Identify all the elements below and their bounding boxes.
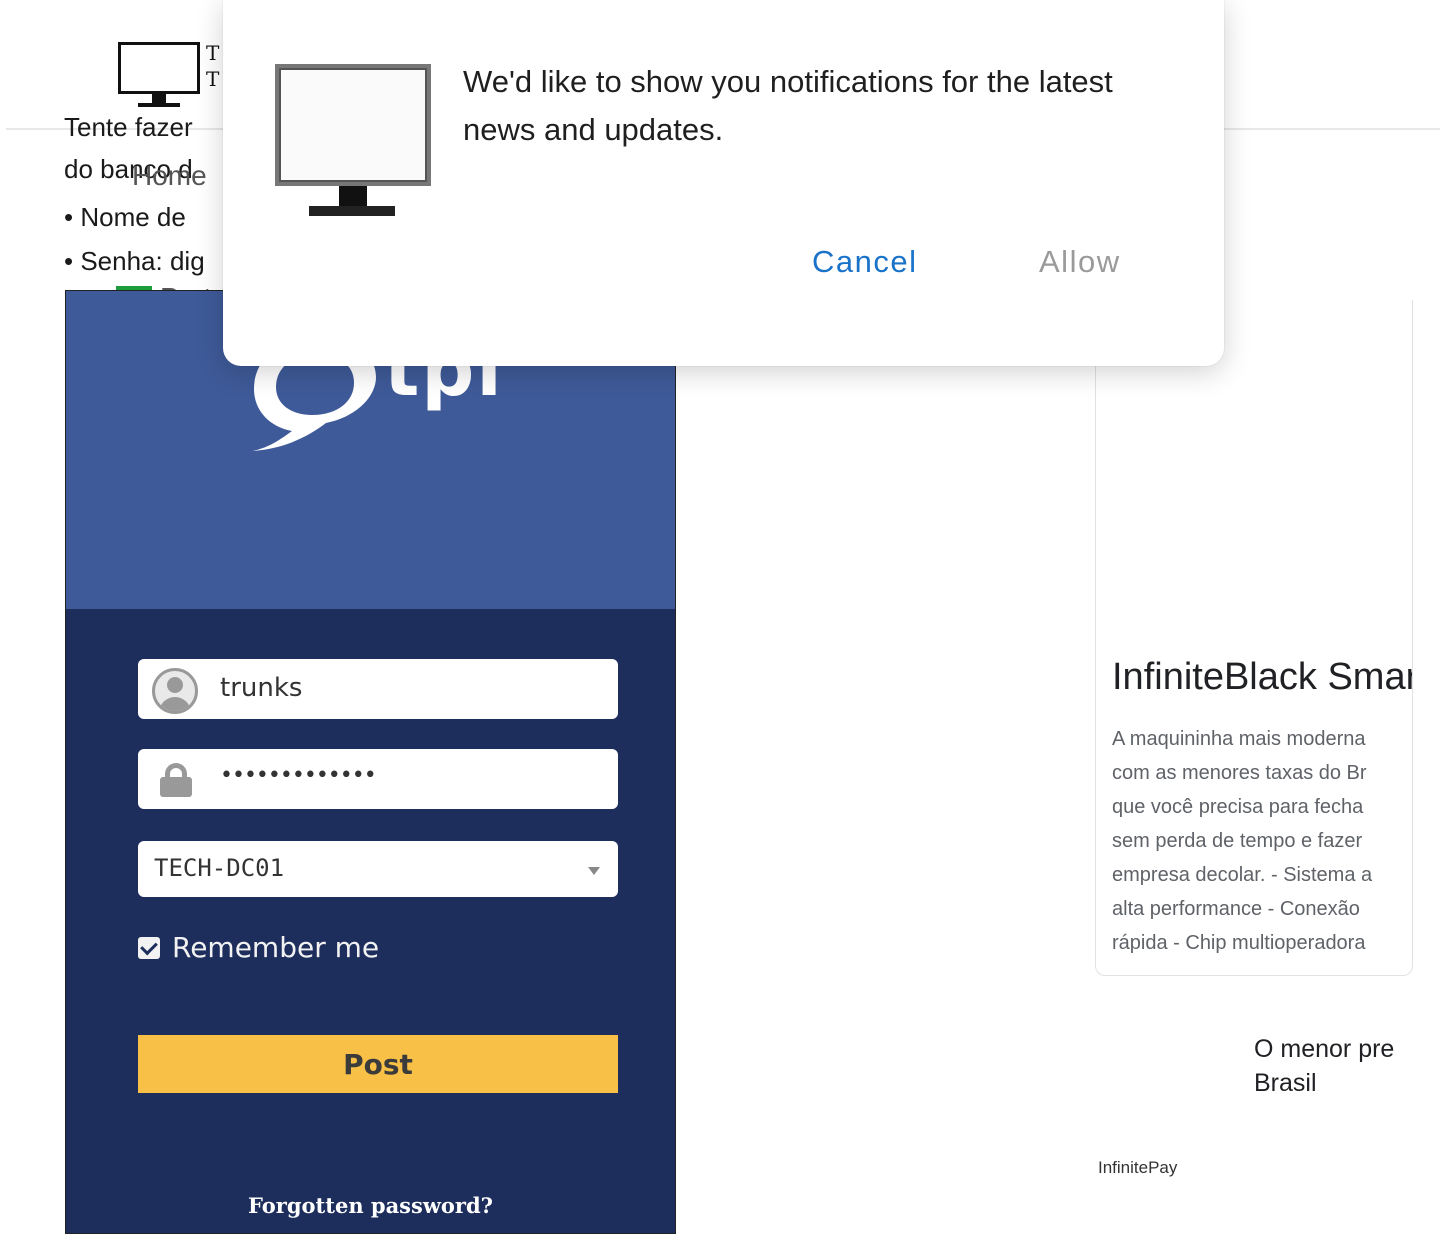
monitor-icon [275, 64, 435, 218]
remember-me-checkbox: Remember me [138, 931, 379, 964]
monitor-icon [118, 42, 200, 94]
password-field: ••••••••••••• [138, 749, 618, 809]
forgotten-password-link: Forgotten password? [248, 1193, 493, 1218]
notification-message: We'd like to show you notifications for … [463, 64, 1113, 147]
ad-brand-label[interactable]: InfinitePay [1098, 1158, 1177, 1178]
checkbox-checked-icon [138, 936, 160, 959]
article-line: Tente fazer [64, 112, 193, 142]
login-screenshot-image: tpi trunks ••••••••••••• TECH-DC01 Remem… [65, 290, 676, 1234]
remember-me-label: Remember me [172, 931, 380, 964]
domain-value: TECH-DC01 [154, 854, 285, 882]
chevron-down-icon [588, 867, 600, 875]
article-bullet: • Nome de [64, 202, 186, 232]
domain-select: TECH-DC01 [138, 841, 618, 897]
ad-title[interactable]: InfiniteBlack Smart [1112, 656, 1412, 699]
notification-dialog: We'd like to show you notifications for … [223, 0, 1224, 366]
ad-subtitle[interactable]: O menor pre Brasil [1254, 1032, 1394, 1100]
username-value: trunks [220, 673, 303, 703]
site-logo-text: T T [206, 41, 220, 91]
nav-home-link[interactable]: Home [132, 160, 207, 192]
cancel-button[interactable]: Cancel [812, 244, 918, 280]
password-value: ••••••••••••• [220, 763, 377, 788]
post-button: Post [138, 1035, 618, 1093]
site-logo[interactable]: T T [118, 40, 228, 112]
lock-icon [160, 763, 192, 797]
allow-button[interactable]: Allow [1039, 244, 1121, 280]
article-bullet: • Senha: dig [64, 246, 205, 276]
user-icon [152, 668, 198, 714]
username-field: trunks [138, 659, 618, 719]
ad-description: A maquininha mais moderna com as menores… [1112, 728, 1373, 954]
ad-card[interactable]: InfiniteBlack Smart A maquininha mais mo… [1095, 300, 1413, 976]
